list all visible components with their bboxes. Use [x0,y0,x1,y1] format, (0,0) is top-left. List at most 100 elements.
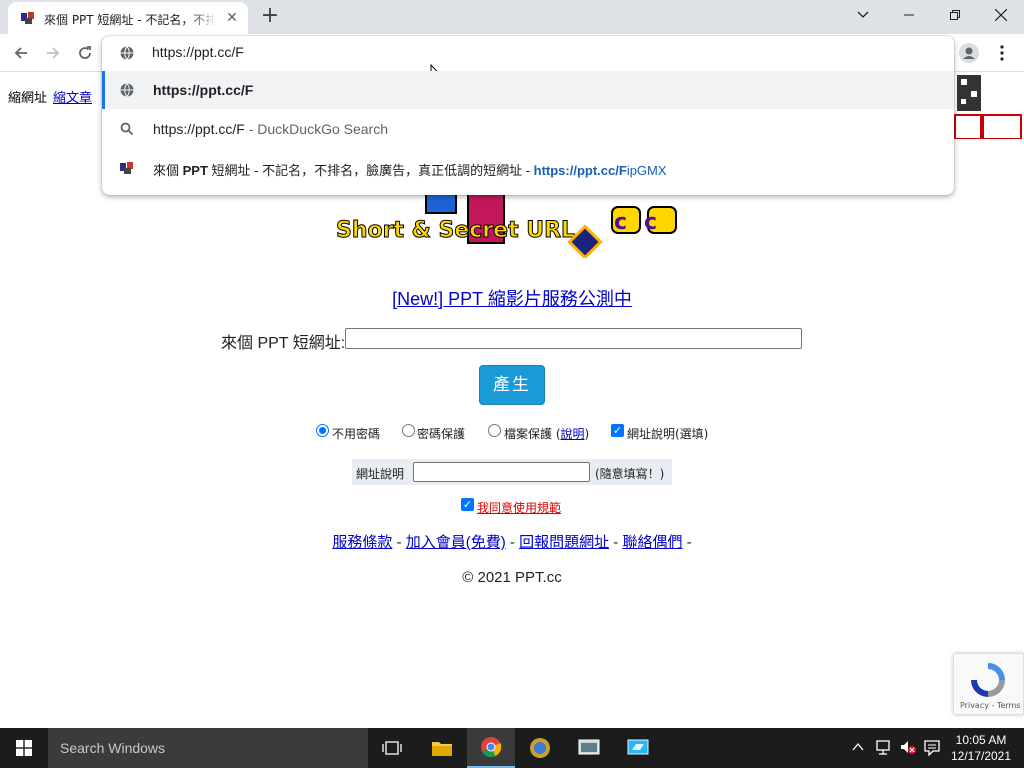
tab-close-icon[interactable]: ✕ [224,10,240,26]
omnibox-dropdown: https://ppt.cc/F https://ppt.cc/F https:… [102,36,954,195]
agree-terms-link[interactable]: 我同意使用規範 [477,499,561,516]
file-protect-tail: ) [584,427,590,441]
windows-logo-icon [16,740,32,756]
app-button-2[interactable] [516,728,564,768]
suggestion-title-bold: PPT [182,163,208,178]
url-input[interactable] [345,328,802,349]
site-nav: 縮網址 縮文章 [8,87,92,106]
contact-link[interactable]: 聯絡偶們 [622,534,682,551]
tab-title: 來個 PPT 短網址 - 不記名，不排名， [44,13,216,27]
banner-image [952,73,1024,140]
restore-button[interactable] [932,0,978,30]
recaptcha-privacy-terms[interactable]: Privacy - Terms [960,701,1021,710]
suggestion-search-text: https://ppt.cc/F - DuckDuckGo Search [153,121,388,137]
volume-muted-icon[interactable] [899,739,917,755]
suggestion-title-pre: 來個 [153,163,183,178]
taskbar-search-placeholder: Search Windows [60,740,166,756]
tab-search-button[interactable] [840,0,886,30]
screen-app-icon [627,739,649,755]
close-window-button[interactable] [978,0,1024,30]
footer-trailing-separator: - [682,534,692,551]
window-app-icon [578,739,600,755]
suggestion-url[interactable]: https://ppt.cc/F [102,71,954,109]
banner-graphic [954,75,1022,140]
footer-separator: - [609,534,623,551]
chrome-icon [481,737,502,758]
terms-link[interactable]: 服務條款 [332,534,392,551]
file-explorer-button[interactable] [418,728,466,768]
network-icon[interactable] [875,739,893,755]
suggestion-search-query: https://ppt.cc/F [153,121,245,137]
suggestion-search[interactable]: https://ppt.cc/F - DuckDuckGo Search [102,110,954,148]
url-input-label: 來個 PPT 短網址: [221,335,346,352]
chevron-up-icon[interactable] [852,742,864,752]
arrow-right-icon [47,47,60,59]
copyright: © 2021 PPT.cc [462,569,562,586]
footer-links: 服務條款 - 加入會員(免費) - 回報問題網址 - 聯絡偶們 - [0,531,1024,552]
profile-button[interactable] [956,40,982,66]
nav-shorten-url[interactable]: 縮網址 [8,91,47,106]
no-password-label: 不用密碼 [332,427,381,441]
url-description-label: 網址說明 [356,467,405,481]
recaptcha-badge[interactable]: Privacy - Terms [953,653,1024,715]
chrome-button[interactable] [467,728,515,768]
windows-taskbar: Search Windows 10:05 AM 12/17/2021 [0,728,1024,768]
reload-icon [79,46,91,59]
file-protect-text: 檔案保護 ( [504,427,561,441]
close-icon [995,9,1007,21]
url-description-hint: (隨意填寫！) [595,467,665,481]
media-app-icon [530,738,550,758]
app-button-4[interactable] [614,728,662,768]
search-icon [120,122,134,136]
file-protect-radio[interactable] [488,424,501,437]
password-protect-radio[interactable] [402,424,415,437]
address-input[interactable]: https://ppt.cc/F [152,44,244,60]
globe-icon [120,83,134,97]
url-desc-checkbox[interactable]: ✓ [611,424,624,437]
footer-separator: - [505,534,520,551]
logo-text: Short & Secret URL [336,218,575,243]
no-password-radio[interactable] [316,424,329,437]
suggestion-url-text: https://ppt.cc/F [153,82,254,98]
browser-tab[interactable]: 來個 PPT 短網址 - 不記名，不排名， ✕ [8,2,248,34]
app-button-3[interactable] [565,728,613,768]
agree-terms-checkbox[interactable]: ✓ [461,498,474,511]
report-url-link[interactable]: 回報問題網址 [519,534,609,551]
new-video-service-link[interactable]: [New!] PPT 縮影片服務公測中 [0,285,1024,311]
folder-icon [432,742,452,756]
clock-date: 12/17/2021 [950,749,1012,763]
clock-time: 10:05 AM [955,733,1007,747]
notification-icon[interactable] [924,740,940,756]
url-description-input[interactable] [413,462,590,482]
suggestion-history[interactable]: 來個 PPT 短網址 - 不記名，不排名，臉廣告，真正低調的短網址 - http… [102,149,954,187]
menu-button[interactable] [989,40,1015,66]
suggestion-history-text: 來個 PPT 短網址 - 不記名，不排名，臉廣告，真正低調的短網址 - http… [153,160,667,179]
join-member-link[interactable]: 加入會員(免費) [406,534,506,551]
recaptcha-icon [971,663,1005,697]
site-favicon-icon [21,12,34,24]
footer-separator: - [392,534,406,551]
file-protect-label: 檔案保護 (說明) [504,425,589,442]
site-favicon-icon [120,162,133,174]
reload-button[interactable] [72,40,98,66]
suggestion-search-engine: - DuckDuckGo Search [244,121,388,137]
file-protect-help-link[interactable]: 說明 [561,427,585,441]
start-button[interactable] [0,728,48,768]
tray-clock[interactable]: 10:05 AM 12/17/2021 [946,732,1016,764]
taskbar-search[interactable]: Search Windows [48,728,368,768]
suggestion-title-post: 短網址 - 不記名，不排名，臉廣告，真正低調的短網址 - [207,163,534,178]
password-protect-label: 密碼保護 [417,427,466,441]
suggestion-url-bold: https://ppt.cc/F [533,163,627,178]
generate-button[interactable]: 產生 [479,365,545,405]
url-description-row: 網址說明 (隨意填寫！) [352,459,672,485]
minimize-button[interactable] [886,0,932,30]
address-bar[interactable]: https://ppt.cc/F [102,36,954,83]
restore-icon [950,10,960,20]
nav-shorten-article-link[interactable]: 縮文章 [53,91,92,106]
back-button[interactable] [8,40,34,66]
task-view-button[interactable] [368,728,416,768]
url-desc-option-label: 網址說明(選填) [627,427,709,441]
forward-button[interactable] [40,40,66,66]
globe-icon [120,46,134,60]
new-tab-button[interactable]: + [258,5,282,29]
